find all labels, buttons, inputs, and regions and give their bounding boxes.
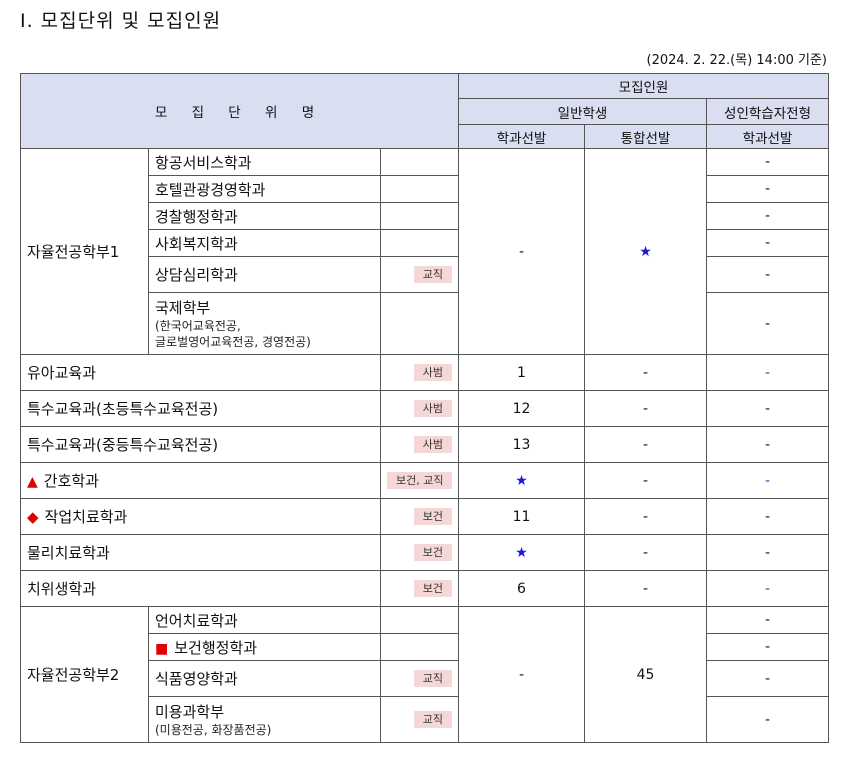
dept-select-value: 13: [458, 426, 586, 463]
adult-value: -: [706, 426, 830, 463]
adult-value: -: [706, 292, 830, 355]
adult-value: -: [706, 570, 830, 607]
dept-name: 항공서비스학과: [148, 148, 381, 176]
adult-value: -: [706, 462, 830, 499]
integrated-select-value: -: [584, 462, 708, 499]
group-name: 자율전공학부2: [20, 606, 149, 743]
category-tag: 보건: [413, 580, 453, 597]
adult-value: -: [706, 229, 830, 257]
header-dept-select: 학과선발: [458, 124, 586, 149]
timestamp: (2024. 2. 22.(목) 14:00 기준): [646, 53, 827, 68]
group-name: 자율전공학부1: [20, 148, 149, 355]
dept-subnote: (미용전공, 화장품전공): [155, 723, 272, 737]
category-tag: 보건: [413, 544, 453, 561]
dept-name: 치위생학과: [20, 570, 381, 607]
header-adult: 성인학습자전형: [706, 98, 830, 125]
document-title: Ⅰ. 모집단위 및 모집인원: [20, 10, 222, 32]
adult-value: -: [706, 175, 830, 203]
dept-select-value: 12: [458, 390, 586, 427]
diamond-marker-icon: ◆: [27, 508, 39, 526]
category-tag: 사범: [413, 400, 453, 417]
table-row: 치위생학과 보건 6 - -: [20, 570, 830, 607]
table-row: 자율전공학부1 항공서비스학과 - ★ -: [20, 148, 830, 355]
triangle-marker-icon: ▲: [27, 474, 38, 490]
adult-value: -: [706, 390, 830, 427]
dept-name: 간호학과: [43, 472, 99, 490]
dept-select-value: 1: [458, 354, 586, 391]
dept-select-value: ★: [458, 534, 586, 571]
adult-value: -: [706, 660, 830, 697]
header-integrated-select: 통합선발: [584, 124, 708, 149]
dept-subnote: 글로벌영어교육전공, 경영전공): [155, 335, 311, 349]
dept-name: 호텔관광경영학과: [148, 175, 381, 203]
table-row: 유아교육과 사범 1 - -: [20, 354, 830, 391]
integrated-select-value: -: [584, 570, 708, 607]
table-row: 자율전공학부2 언어치료학과 - 45 -: [20, 606, 830, 743]
header-quota: 모집인원: [458, 73, 830, 99]
dept-name: 보건행정학과: [174, 638, 258, 657]
dept-name: 특수교육과(중등특수교육전공): [20, 426, 381, 463]
dept-select-value: -: [458, 606, 586, 743]
header-general: 일반학생: [458, 98, 708, 125]
integrated-select-value: -: [584, 534, 708, 571]
header-unit-name: 모 집 단 위 명: [19, 73, 460, 149]
table-row: 물리치료학과 보건 ★ - -: [20, 534, 830, 571]
table-row: 특수교육과(중등특수교육전공) 사범 13 - -: [20, 426, 830, 463]
dept-name: 국제학부: [155, 299, 211, 317]
adult-value: -: [706, 354, 830, 391]
dept-name: 사회복지학과: [148, 229, 381, 257]
adult-value: -: [706, 633, 830, 661]
dept-select-value: -: [458, 148, 586, 355]
integrated-select-value: -: [584, 426, 708, 463]
integrated-select-value: ★: [584, 148, 708, 355]
adult-value: -: [706, 148, 830, 176]
dept-name: 식품영양학과: [148, 660, 381, 697]
integrated-select-value: -: [584, 354, 708, 391]
dept-name: 언어치료학과: [148, 606, 381, 634]
adult-value: -: [706, 498, 830, 535]
table-row: ◆ 작업치료학과 보건 11 - -: [20, 498, 830, 535]
category-tag: 사범: [413, 436, 453, 453]
category-tag: 교직: [413, 711, 453, 728]
category-tag: 보건: [413, 508, 453, 525]
category-tag: 교직: [413, 670, 453, 687]
dept-name: 미용과학부: [155, 703, 225, 721]
adult-value: -: [706, 534, 830, 571]
dept-select-value: 11: [458, 498, 586, 535]
dept-name: 상담심리학과: [148, 256, 381, 293]
category-tag: 사범: [413, 364, 453, 381]
category-tag: 교직: [413, 266, 453, 283]
table-row: ▲ 간호학과 보건, 교직 ★ - -: [20, 462, 830, 499]
adult-value: -: [706, 256, 830, 293]
adult-value: -: [706, 606, 830, 634]
dept-select-value: 6: [458, 570, 586, 607]
adult-value: -: [706, 202, 830, 230]
admissions-table: 모 집 단 위 명 모집인원 일반학생 성인학습자전형 학과선발 통합선발 학과…: [19, 73, 830, 743]
dept-name: 유아교육과: [20, 354, 381, 391]
adult-value: -: [706, 696, 830, 743]
dept-name: 특수교육과(초등특수교육전공): [20, 390, 381, 427]
dept-name: 작업치료학과: [44, 508, 128, 526]
dept-name: 경찰행정학과: [148, 202, 381, 230]
dept-name: 물리치료학과: [20, 534, 381, 571]
square-marker-icon: ■: [155, 640, 169, 657]
integrated-select-value: 45: [584, 606, 708, 743]
category-tag: 보건, 교직: [387, 472, 453, 489]
dept-select-value: ★: [458, 462, 586, 499]
table-row: 특수교육과(초등특수교육전공) 사범 12 - -: [20, 390, 830, 427]
integrated-select-value: -: [584, 390, 708, 427]
integrated-select-value: -: [584, 498, 708, 535]
dept-subnote: (한국어교육전공,: [155, 319, 241, 333]
header-adult-dept-select: 학과선발: [706, 124, 830, 149]
